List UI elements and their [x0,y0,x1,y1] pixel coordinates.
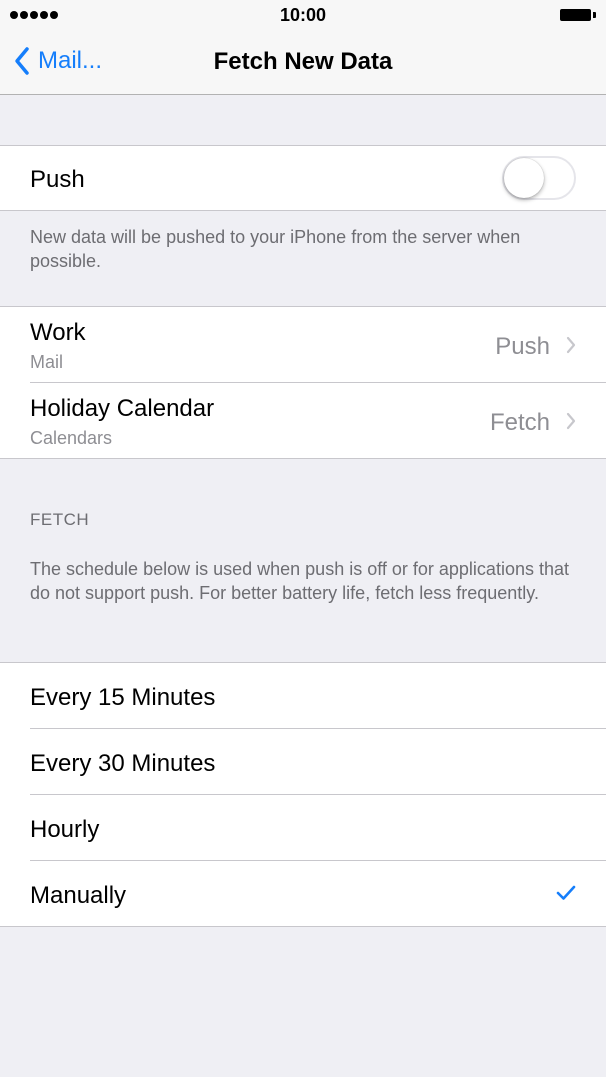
fetch-option-label: Manually [30,882,127,909]
status-bar: 10:00 [0,0,606,30]
fetch-option-manually[interactable]: Manually [0,861,606,926]
push-label: Push [30,166,85,193]
account-name: Work [30,319,86,346]
fetch-section-header: FETCH [30,510,90,529]
account-value: Fetch [489,409,550,436]
fetch-description: The schedule below is used when push is … [30,559,569,603]
fetch-option-label: Every 15 Minutes [30,684,216,711]
push-group: Push [0,145,606,211]
fetch-option-every-15-minutes[interactable]: Every 15 Minutes [0,663,606,729]
fetch-option-label: Every 30 Minutes [30,750,216,777]
push-row: Push [0,146,606,210]
account-row-holiday-calendar[interactable]: Holiday Calendar Calendars Fetch [0,383,606,458]
fetch-option-every-30-minutes[interactable]: Every 30 Minutes [0,729,606,795]
page-title: Fetch New Data [213,48,393,75]
status-time: 10:00 [279,5,327,25]
chevron-right-icon [566,336,576,354]
chevron-right-icon [566,412,576,430]
account-value: Push [495,333,550,360]
account-type: Mail [30,352,64,372]
battery-full-icon [560,9,596,21]
accounts-group: Work Mail Push Holiday Calendar Calendar… [0,306,606,459]
navigation-bar: Mail... Fetch New Data [0,30,606,95]
checkmark-icon [556,885,576,900]
account-type: Calendars [30,428,113,448]
fetch-option-hourly[interactable]: Hourly [0,795,606,861]
account-name: Holiday Calendar [30,395,215,422]
account-row-work[interactable]: Work Mail Push [0,307,606,383]
toggle-knob [504,158,544,198]
push-footer: New data will be pushed to your iPhone f… [30,227,521,271]
fetch-options-group: Every 15 Minutes Every 30 Minutes Hourly… [0,662,606,927]
push-toggle[interactable] [502,156,576,200]
fetch-option-label: Hourly [30,816,100,843]
